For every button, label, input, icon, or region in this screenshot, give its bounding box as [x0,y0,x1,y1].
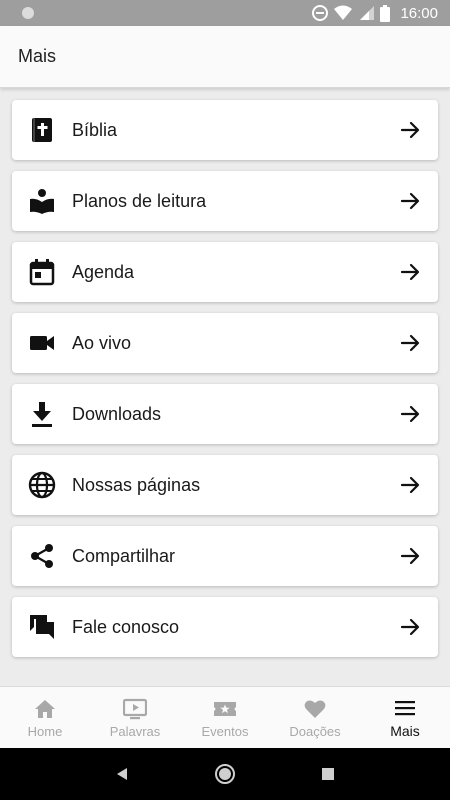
arrow-right-icon [398,260,422,284]
menu-item-downloads[interactable]: Downloads [12,384,438,444]
menu-item-biblia[interactable]: Bíblia [12,100,438,160]
arrow-right-icon [398,331,422,355]
nav-item-eventos[interactable]: Eventos [180,687,270,748]
nav-label: Palavras [109,723,161,739]
menu-item-label: Compartilhar [72,545,176,566]
menu-item-compartilhar[interactable]: Compartilhar [12,526,438,586]
nav-label: Eventos [201,723,249,739]
menu-item-fale-conosco[interactable]: Fale conosco [12,597,438,657]
recents-button[interactable] [316,762,340,786]
arrow-right-icon [398,473,422,497]
bottom-navigation: Home Palavras Eventos Doações Mais [0,686,450,748]
menu-item-agenda[interactable]: Agenda [12,242,438,302]
menu-item-label: Nossas páginas [72,474,201,495]
home-system-button[interactable] [213,762,237,786]
menu-item-nossas-paginas[interactable]: Nossas páginas [12,455,438,515]
battery-icon [380,4,391,22]
ticket-star-icon [214,701,236,716]
menu-item-planos-de-leitura[interactable]: Planos de leitura [12,171,438,231]
recents-square-icon [322,768,335,780]
nav-item-palavras[interactable]: Palavras [90,687,180,748]
heart-icon [304,699,326,718]
arrow-right-icon [398,189,422,213]
wifi-icon [334,5,353,20]
menu-item-label: Downloads [72,403,162,424]
globe-icon [28,471,56,499]
play-screen-icon [123,698,147,719]
bible-icon [28,116,56,144]
menu-item-ao-vivo[interactable]: Ao vivo [12,313,438,373]
menu-item-label: Agenda [72,261,135,282]
home-icon [35,699,55,718]
status-indicators: 16:00 [312,4,438,22]
arrow-right-icon [398,615,422,639]
menu-item-label: Planos de leitura [72,190,207,211]
nav-label: Mais [390,723,420,739]
app-header: Mais [0,26,450,88]
menu-item-label: Ao vivo [72,332,132,353]
notification-dot-icon [22,7,34,19]
status-bar: 16:00 [0,0,450,26]
back-triangle-icon [116,768,127,780]
arrow-right-icon [398,118,422,142]
calendar-icon [28,258,56,286]
system-navigation-bar [0,748,450,800]
home-circle-icon [214,764,235,784]
menu-item-label: Bíblia [72,119,118,140]
download-icon [28,400,56,428]
nav-item-doacoes[interactable]: Doações [270,687,360,748]
nav-item-home[interactable]: Home [0,687,90,748]
chat-icon [28,613,56,641]
nav-label: Doações [289,723,341,739]
share-icon [28,542,56,570]
page-title: Mais [18,46,57,66]
menu-item-label: Fale conosco [72,616,180,637]
reading-plans-icon [28,187,56,215]
menu-list: Bíblia Planos de leitura Agenda Ao vivo … [12,100,438,668]
video-camera-icon [28,329,56,357]
arrow-right-icon [398,402,422,426]
menu-icon [395,701,415,716]
cellular-signal-icon [360,6,375,20]
arrow-right-icon [398,544,422,568]
do-not-disturb-icon [312,5,329,21]
nav-item-mais[interactable]: Mais [360,687,450,748]
status-time: 16:00 [400,4,438,22]
nav-label: Home [27,723,63,739]
back-button[interactable] [110,762,134,786]
